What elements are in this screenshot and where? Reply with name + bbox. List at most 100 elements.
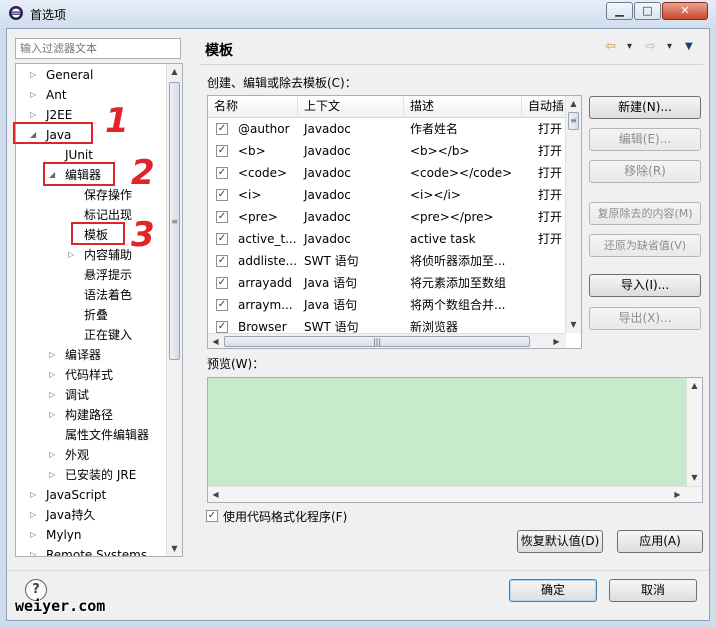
minimize-button[interactable]: ▁ [606, 2, 633, 20]
cell-desc: 将侦听器添加至... [410, 254, 506, 268]
collapsed-arrow-icon[interactable]: ▷ [30, 85, 40, 105]
tree-item[interactable]: ▷ JavaScript [16, 485, 166, 505]
column-header-name[interactable]: 名称 [208, 96, 298, 117]
ok-button[interactable]: 确定 [509, 579, 597, 602]
revert-default-button[interactable]: 还原为缺省值(V) [589, 234, 701, 257]
table-row[interactable]: ✓ arrayadd Java 语句 将元素添加至数组 [208, 272, 566, 294]
tree-item[interactable]: 属性文件编辑器 [16, 425, 166, 445]
tree-item[interactable]: ▷ 已安装的 JRE [16, 465, 166, 485]
collapsed-arrow-icon[interactable]: ▷ [68, 245, 78, 265]
column-header-auto-insert[interactable]: 自动插 [522, 96, 566, 117]
cancel-button[interactable]: 取消 [609, 579, 697, 602]
collapsed-arrow-icon[interactable]: ▷ [49, 345, 59, 365]
table-hscrollbar[interactable]: ◀ ||| ▶ [208, 333, 566, 348]
collapsed-arrow-icon[interactable]: ▷ [30, 485, 40, 505]
table-row[interactable]: ✓ arraym... Java 语句 将两个数组合并... [208, 294, 566, 316]
table-hscroll-thumb[interactable]: ||| [224, 336, 530, 347]
filter-field[interactable] [15, 38, 184, 59]
column-header-description[interactable]: 描述 [404, 96, 522, 117]
collapsed-arrow-icon[interactable]: ▷ [49, 465, 59, 485]
restore-removed-button[interactable]: 复原除去的内容(M) [589, 202, 701, 225]
tree-scrollbar[interactable]: ▲ ≡ ▼ [166, 64, 182, 556]
collapsed-arrow-icon[interactable]: ▷ [30, 65, 40, 85]
row-checkbox[interactable]: ✓ [216, 233, 228, 245]
table-scroll-thumb[interactable]: ≡ [568, 112, 579, 130]
filter-input[interactable] [16, 39, 184, 58]
preview-scroll-left-icon[interactable]: ◀ [208, 487, 223, 502]
collapsed-arrow-icon[interactable]: ▷ [49, 385, 59, 405]
row-checkbox[interactable]: ✓ [216, 255, 228, 267]
row-checkbox[interactable]: ✓ [216, 277, 228, 289]
apply-button[interactable]: 应用(A) [617, 530, 703, 553]
scroll-up-arrow-icon[interactable]: ▲ [167, 64, 182, 79]
row-checkbox[interactable]: ✓ [216, 123, 228, 135]
remove-button[interactable]: 移除(R) [589, 160, 701, 183]
tree-item[interactable]: ▷ 构建路径 [16, 405, 166, 425]
tree-item-label: 属性文件编辑器 [65, 428, 150, 442]
close-button[interactable]: ✕ [662, 2, 708, 20]
table-row[interactable]: ✓ <pre> Javadoc <pre></pre> 打开 [208, 206, 566, 228]
tree-item[interactable]: ▷ 外观 [16, 445, 166, 465]
preview-vscrollbar[interactable]: ▲ ▼ [686, 378, 702, 486]
scroll-down-arrow-icon[interactable]: ▼ [167, 541, 182, 556]
tree-item[interactable]: ▷ Mylyn [16, 525, 166, 545]
preview-scroll-down-icon[interactable]: ▼ [687, 470, 702, 485]
forward-arrow-icon[interactable]: ⇨ [645, 39, 656, 54]
edit-button[interactable]: 编辑(E)... [589, 128, 701, 151]
preview-hscrollbar[interactable]: ◀ ▶ [208, 486, 702, 502]
view-menu-icon[interactable]: ▼ [685, 41, 693, 52]
new-button[interactable]: 新建(N)... [589, 96, 701, 119]
tree-item[interactable]: ▷ Java持久 [16, 505, 166, 525]
table-row[interactable]: ✓ addliste... SWT 语句 将侦听器添加至... [208, 250, 566, 272]
maximize-button[interactable]: □ [634, 2, 661, 20]
table-scroll-up-icon[interactable]: ▲ [566, 96, 581, 111]
preview-scroll-up-icon[interactable]: ▲ [687, 378, 702, 393]
table-row[interactable]: ✓ <code> Javadoc <code></code> 打开 [208, 162, 566, 184]
tree-item[interactable]: 折叠 [16, 305, 166, 325]
use-formatter-checkbox[interactable]: ✓ [206, 510, 218, 522]
forward-dropdown-icon[interactable]: ▾ [667, 41, 672, 52]
row-checkbox[interactable]: ✓ [216, 321, 228, 333]
table-row[interactable]: ✓ <i> Javadoc <i></i> 打开 [208, 184, 566, 206]
preview-area[interactable]: ▲ ▼ ◀ ▶ [207, 377, 703, 503]
tree-item[interactable]: 悬浮提示 [16, 265, 166, 285]
tree-item[interactable]: ▷ General [16, 65, 166, 85]
restore-defaults-button[interactable]: 恢复默认值(D) [517, 530, 603, 553]
table-scroll-down-icon[interactable]: ▼ [566, 317, 581, 332]
preview-scroll-right-icon[interactable]: ▶ [670, 487, 685, 502]
back-arrow-icon[interactable]: ⇦ [605, 39, 616, 54]
table-row[interactable]: ✓ <b> Javadoc <b></b> 打开 [208, 140, 566, 162]
collapsed-arrow-icon[interactable]: ▷ [30, 505, 40, 525]
row-checkbox[interactable]: ✓ [216, 145, 228, 157]
tree-item[interactable]: ▷ 代码样式 [16, 365, 166, 385]
tree-item[interactable]: ▷ Remote Systems [16, 545, 166, 556]
tree-item[interactable]: 正在键入 [16, 325, 166, 345]
table-scroll-left-icon[interactable]: ◀ [208, 334, 223, 348]
cell-context: Javadoc [304, 144, 351, 158]
row-checkbox[interactable]: ✓ [216, 167, 228, 179]
collapsed-arrow-icon[interactable]: ▷ [49, 365, 59, 385]
tree-item[interactable]: ▷ Ant [16, 85, 166, 105]
back-dropdown-icon[interactable]: ▾ [627, 41, 632, 52]
row-checkbox[interactable]: ✓ [216, 299, 228, 311]
row-checkbox[interactable]: ✓ [216, 211, 228, 223]
row-checkbox[interactable]: ✓ [216, 189, 228, 201]
tree-item-label: 内容辅助 [84, 248, 133, 262]
collapsed-arrow-icon[interactable]: ▷ [30, 545, 40, 556]
import-button[interactable]: 导入(I)... [589, 274, 701, 297]
cell-auto: 打开 [538, 188, 563, 202]
tree-item[interactable]: 语法着色 [16, 285, 166, 305]
tree-item[interactable]: ▷ 编译器 [16, 345, 166, 365]
table-row[interactable]: ✓ @author Javadoc 作者姓名 打开 [208, 118, 566, 140]
scroll-thumb[interactable]: ≡ [169, 82, 180, 360]
column-header-context[interactable]: 上下文 [298, 96, 404, 117]
table-scroll-right-icon[interactable]: ▶ [549, 334, 564, 348]
table-row[interactable]: ✓ active_t... Javadoc active task 打开 [208, 228, 566, 250]
table-vscrollbar[interactable]: ▲ ≡ ▼ [565, 96, 581, 333]
collapsed-arrow-icon[interactable]: ▷ [49, 405, 59, 425]
tree-item[interactable]: ▷ 调试 [16, 385, 166, 405]
collapsed-arrow-icon[interactable]: ▷ [49, 445, 59, 465]
export-button[interactable]: 导出(X)... [589, 307, 701, 330]
title-bar[interactable]: 首选项 ▁ □ ✕ [0, 0, 716, 26]
collapsed-arrow-icon[interactable]: ▷ [30, 525, 40, 545]
